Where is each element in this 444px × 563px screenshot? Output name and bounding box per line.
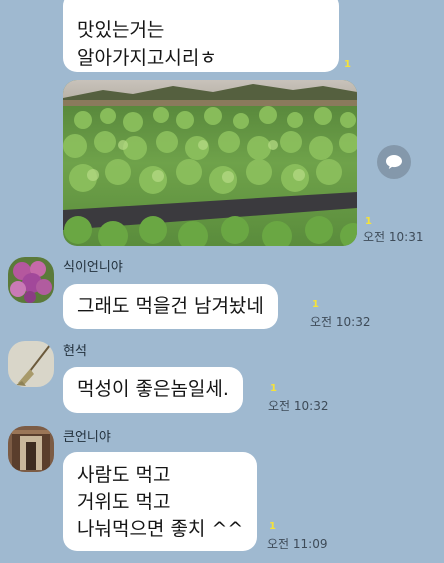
unread-count: 1 (270, 383, 277, 394)
share-button[interactable] (377, 145, 411, 179)
purple-flowers-avatar (8, 257, 54, 303)
unread-count: 1 (365, 216, 372, 227)
unread-count: 1 (269, 521, 276, 532)
unread-count: 1 (312, 299, 319, 310)
message-time: 오전 11:09 (267, 537, 328, 551)
message-bubble[interactable]: 사람도 먹고 거위도 먹고 나눠먹으면 좋치 ^^ (63, 452, 258, 551)
cabbage-field-photo[interactable] (63, 80, 357, 246)
message-bubble[interactable]: 그래도 먹을건 남겨놨네 (63, 284, 278, 329)
message-line: 알아가지고시리ㅎ (77, 47, 217, 69)
message-bubble[interactable]: 맛있는거는 알아가지고시리ㅎ (63, 0, 339, 72)
sender-name: 식이언니야 (63, 260, 123, 275)
message-line: 맛있는거는 (77, 19, 165, 41)
message-line: 사람도 먹고 (77, 464, 171, 486)
message-time: 오전 10:32 (310, 315, 371, 329)
photo-image (63, 80, 357, 246)
message-line: 거위도 먹고 (77, 491, 171, 513)
message-line: 나눠먹으면 좋치 ^^ (77, 518, 244, 540)
broom-avatar (8, 341, 54, 387)
unread-count: 1 (344, 59, 351, 70)
doorway-avatar (8, 426, 54, 472)
sender-name: 큰언니야 (63, 430, 111, 445)
message-text: 먹성이 좋은놈일세. (77, 378, 229, 400)
share-chat-icon (386, 155, 402, 169)
message-time: 오전 10:31 (363, 230, 424, 244)
avatar[interactable] (8, 426, 54, 472)
message-bubble[interactable]: 먹성이 좋은놈일세. (63, 367, 243, 413)
avatar[interactable] (8, 257, 54, 303)
message-text: 그래도 먹을건 남겨놨네 (77, 295, 264, 317)
sender-name: 현석 (63, 344, 87, 359)
message-time: 오전 10:32 (268, 399, 329, 413)
avatar[interactable] (8, 341, 54, 387)
